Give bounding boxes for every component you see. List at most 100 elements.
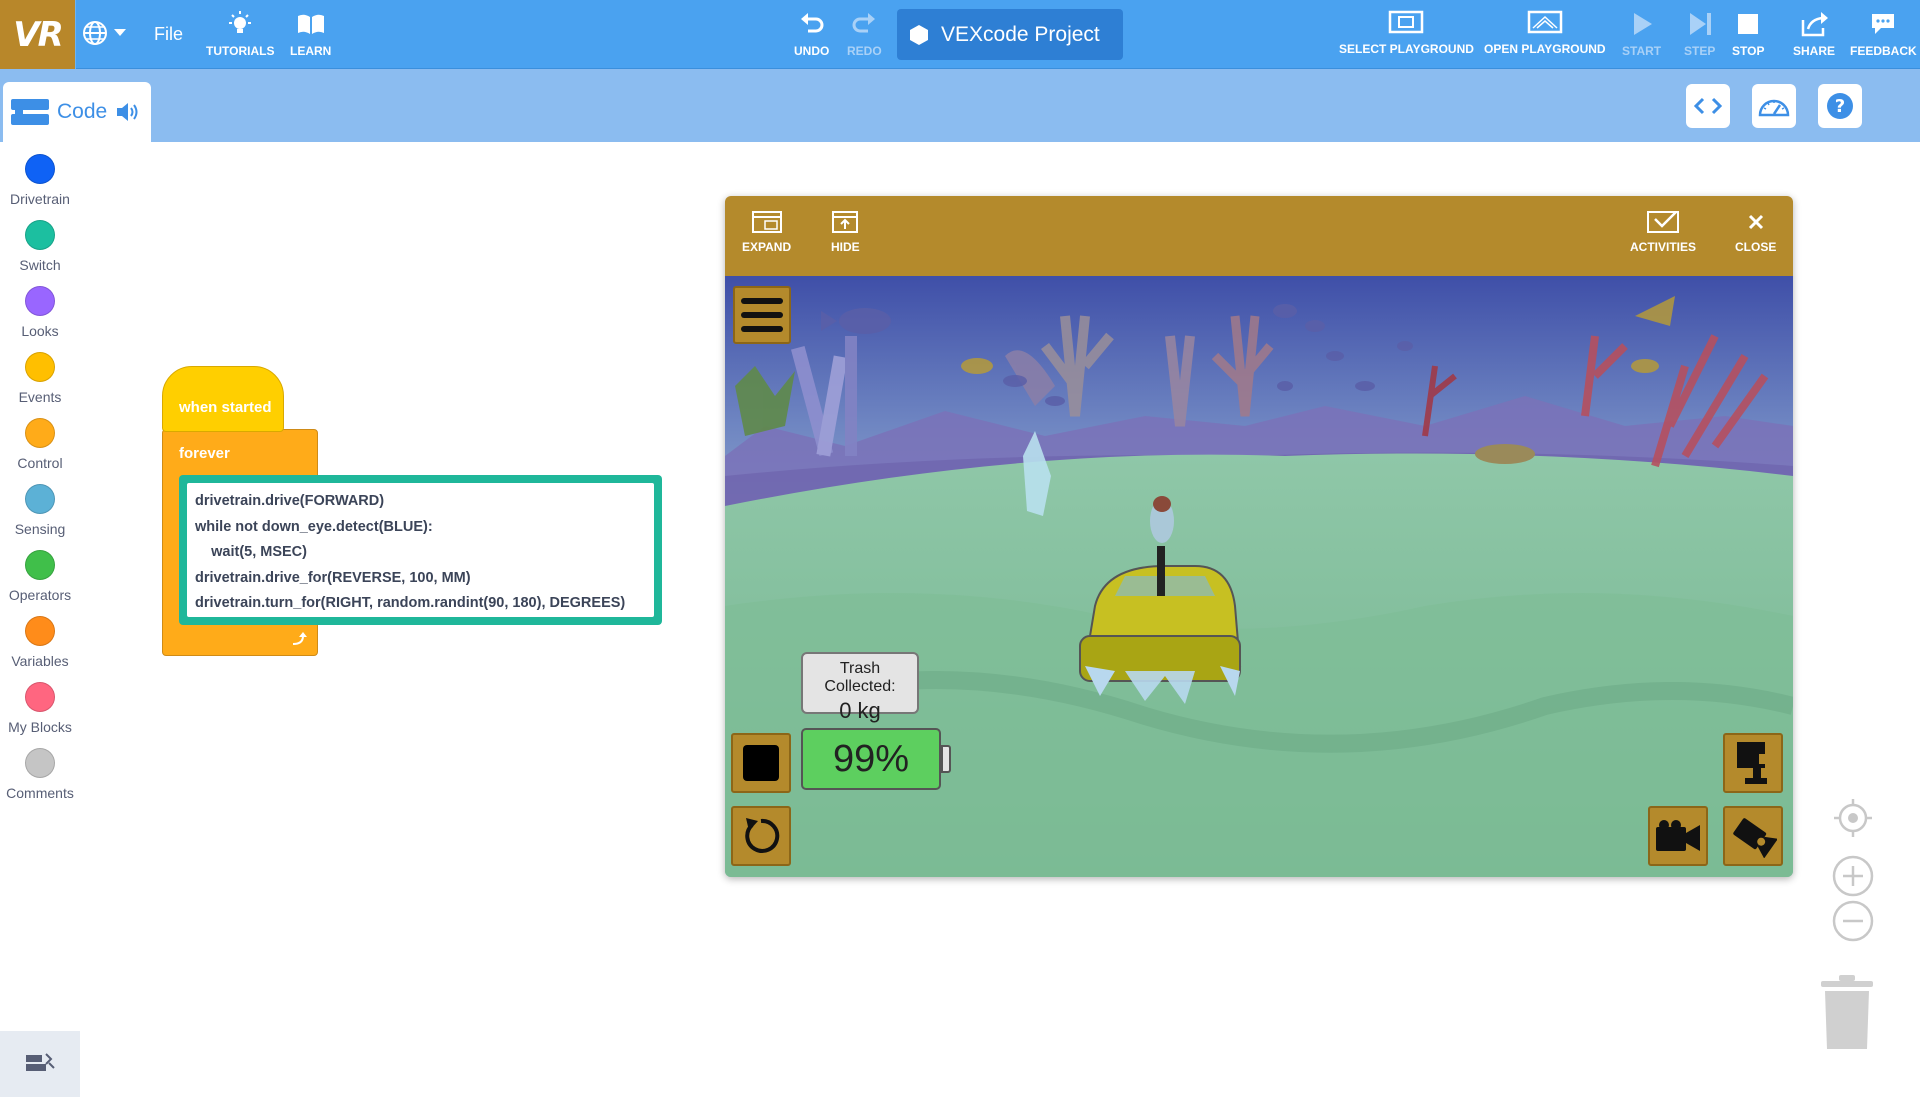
battery-terminal — [941, 745, 951, 773]
video-camera-icon — [1656, 820, 1700, 851]
globe-icon — [83, 21, 107, 45]
category-variables[interactable]: Variables — [0, 616, 80, 669]
trash-can-icon[interactable] — [1817, 975, 1877, 1051]
tab-code-label: Code — [57, 100, 108, 123]
code-viewer-button[interactable] — [1686, 84, 1730, 128]
category-looks[interactable]: Looks — [0, 286, 80, 339]
open-playground-button[interactable]: OPEN PLAYGROUND — [1484, 10, 1606, 56]
redo-label: REDO — [847, 44, 882, 58]
feedback-button[interactable]: FEEDBACK — [1850, 10, 1917, 58]
playground-menu-button[interactable] — [733, 286, 791, 344]
share-icon — [1801, 12, 1828, 37]
svg-text:?: ? — [1835, 96, 1845, 117]
extension-blocks-icon — [26, 1053, 55, 1071]
category-switch[interactable]: Switch — [0, 220, 80, 273]
python-code-block[interactable]: drivetrain.drive(FORWARD) while not down… — [179, 475, 662, 625]
undo-label: UNDO — [794, 44, 830, 58]
battery-level-fill: 99% — [801, 728, 941, 790]
category-color-dot — [25, 550, 55, 580]
divider — [75, 0, 76, 69]
block-category-sidebar: Drivetrain Switch Looks Events Control S… — [0, 142, 80, 1097]
project-title: VEXcode Project — [941, 22, 1100, 46]
category-color-dot — [25, 616, 55, 646]
file-menu[interactable]: File — [154, 24, 183, 45]
tab-code[interactable]: Code — [3, 82, 151, 142]
zoom-out-icon[interactable] — [1832, 900, 1874, 942]
category-color-dot — [25, 748, 55, 778]
camera-follow-button[interactable] — [1648, 806, 1708, 866]
activities-button[interactable]: ACTIVITIES — [1630, 210, 1696, 254]
select-playground-button[interactable]: SELECT PLAYGROUND — [1339, 10, 1474, 56]
caret-down-icon — [114, 29, 126, 36]
undo-button[interactable]: UNDO — [794, 10, 829, 58]
category-label: Sensing — [14, 521, 66, 537]
top-view-camera-icon — [1737, 742, 1769, 784]
category-my-blocks[interactable]: My Blocks — [0, 682, 80, 735]
reset-arrow-icon — [745, 818, 780, 853]
loop-arrow-icon — [292, 632, 307, 645]
category-sensing[interactable]: Sensing — [0, 484, 80, 537]
category-label: Events — [18, 389, 62, 405]
playground-field-icon — [1527, 10, 1563, 34]
playground-toolbar: EXPAND HIDE ACTIVITIES CLOSE — [725, 196, 1793, 276]
activities-label: ACTIVITIES — [1630, 240, 1697, 254]
battery-percent: 99% — [832, 737, 910, 780]
expand-button[interactable]: EXPAND — [742, 210, 791, 254]
category-color-dot — [25, 418, 55, 448]
tutorials-label: TUTORIALS — [206, 44, 275, 58]
category-label: Comments — [6, 785, 74, 801]
share-button[interactable]: SHARE — [1793, 10, 1835, 58]
tutorials-button[interactable]: TUTORIALS — [206, 10, 274, 58]
extensions-button[interactable] — [0, 1031, 80, 1097]
zoom-in-icon[interactable] — [1832, 855, 1874, 897]
open-playground-label: OPEN PLAYGROUND — [1484, 42, 1606, 56]
learn-button[interactable]: LEARN — [290, 10, 331, 58]
open-book-icon — [297, 14, 324, 34]
when-started-block[interactable]: when started — [162, 366, 284, 432]
dashboard-button[interactable] — [1752, 84, 1796, 128]
hide-button[interactable]: HIDE — [831, 210, 860, 254]
camera-top-view-button[interactable] — [1723, 733, 1783, 793]
step-button[interactable]: STEP — [1684, 10, 1715, 58]
playground-window: EXPAND HIDE ACTIVITIES CLOSE Trash Colle… — [725, 196, 1793, 877]
lightbulb-icon — [229, 11, 252, 33]
speaker-icon[interactable] — [115, 101, 141, 123]
gauge-icon — [1758, 99, 1790, 117]
start-button[interactable]: START — [1622, 10, 1661, 58]
when-started-label: when started — [179, 399, 272, 416]
hexagon-icon — [910, 24, 928, 45]
category-control[interactable]: Control — [0, 418, 80, 471]
help-button[interactable]: ? — [1818, 84, 1862, 128]
recenter-icon[interactable] — [1832, 797, 1874, 839]
category-operators[interactable]: Operators — [0, 550, 80, 603]
category-events[interactable]: Events — [0, 352, 80, 405]
category-comments[interactable]: Comments — [0, 748, 80, 801]
stop-button[interactable]: STOP — [1732, 10, 1764, 58]
select-playground-label: SELECT PLAYGROUND — [1339, 42, 1474, 56]
close-icon — [1748, 214, 1763, 230]
start-label: START — [1622, 44, 1662, 58]
category-color-dot — [25, 352, 55, 382]
category-color-dot — [25, 154, 55, 184]
feedback-label: FEEDBACK — [1850, 44, 1917, 58]
redo-button[interactable]: REDO — [847, 10, 882, 58]
camera-drag-view-button[interactable] — [1723, 806, 1783, 866]
close-button[interactable]: CLOSE — [1735, 210, 1776, 254]
category-color-dot — [25, 286, 55, 316]
chat-bubble-icon — [1872, 14, 1895, 34]
category-drivetrain[interactable]: Drivetrain — [0, 154, 80, 207]
scene-stop-button[interactable] — [731, 733, 791, 793]
activities-checkmark-icon — [1647, 211, 1679, 233]
language-menu[interactable] — [82, 20, 126, 46]
play-icon — [1633, 13, 1652, 35]
learn-label: LEARN — [290, 44, 332, 58]
code-blocks-icon — [11, 99, 49, 125]
reset-button[interactable] — [731, 806, 791, 866]
tilted-camera-icon — [1733, 818, 1777, 858]
step-forward-icon — [1689, 13, 1711, 35]
python-code-editor[interactable]: drivetrain.drive(FORWARD) while not down… — [187, 483, 654, 617]
code-line: drivetrain.drive_for(REVERSE, 100, MM) — [195, 569, 471, 586]
editor-tab-bar: Code ? — [0, 69, 1920, 142]
expand-window-icon — [751, 211, 782, 233]
project-name-field[interactable]: VEXcode Project — [897, 9, 1123, 60]
